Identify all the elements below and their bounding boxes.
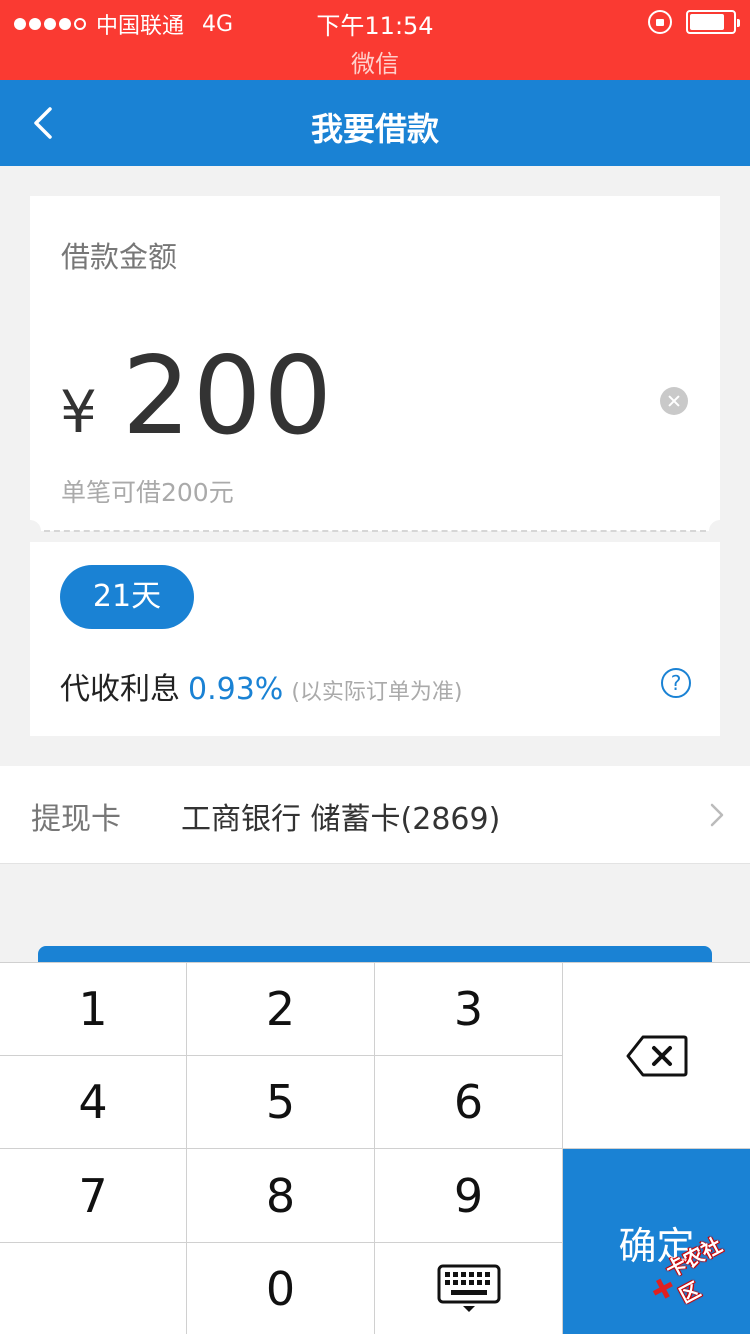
interest-row: 代收利息 0.93% (以实际订单为准) bbox=[60, 664, 462, 708]
backspace-icon bbox=[626, 1035, 687, 1076]
key-9[interactable]: 9 bbox=[375, 1149, 563, 1243]
interest-label: 代收利息 bbox=[60, 672, 180, 707]
battery-level bbox=[690, 14, 724, 30]
withdraw-card-label: 提现卡 bbox=[31, 802, 121, 837]
delete-key[interactable] bbox=[563, 963, 750, 1149]
currency-symbol: ¥ bbox=[60, 378, 97, 446]
key-0[interactable]: 0 bbox=[187, 1243, 375, 1334]
keyboard-icon bbox=[437, 1264, 500, 1312]
app-source-label: 微信 bbox=[351, 50, 399, 78]
amount-input[interactable]: 200 bbox=[122, 334, 334, 459]
key-1[interactable]: 1 bbox=[0, 963, 187, 1056]
key-empty bbox=[0, 1243, 187, 1334]
chevron-right-icon bbox=[710, 803, 724, 827]
card-notch-left bbox=[19, 520, 41, 542]
key-3[interactable]: 3 bbox=[375, 963, 563, 1056]
key-8[interactable]: 8 bbox=[187, 1149, 375, 1243]
status-time: 下午11:54 bbox=[316, 12, 434, 40]
key-2[interactable]: 2 bbox=[187, 963, 375, 1056]
nav-bar: 我要借款 bbox=[0, 80, 750, 166]
orientation-lock-icon bbox=[648, 10, 672, 34]
numeric-keypad: 1 2 3 4 5 6 7 8 9 0 确定 bbox=[0, 962, 750, 1334]
interest-note: (以实际订单为准) bbox=[291, 680, 463, 705]
term-card: 21天 代收利息 0.93% (以实际订单为准) ? bbox=[30, 542, 720, 736]
interest-rate: 0.93% bbox=[188, 672, 284, 707]
withdraw-card-row[interactable]: 提现卡 工商银行 储蓄卡(2869) bbox=[0, 766, 750, 864]
clear-icon[interactable] bbox=[660, 387, 688, 415]
hide-keyboard-key[interactable] bbox=[375, 1243, 563, 1334]
key-4[interactable]: 4 bbox=[0, 1056, 187, 1149]
key-6[interactable]: 6 bbox=[375, 1056, 563, 1149]
key-7[interactable]: 7 bbox=[0, 1149, 187, 1243]
page-title: 我要借款 bbox=[310, 110, 439, 148]
card-divider bbox=[44, 530, 706, 532]
card-notch-right bbox=[709, 520, 731, 542]
help-icon[interactable]: ? bbox=[661, 668, 691, 698]
term-option[interactable]: 21天 bbox=[60, 565, 194, 629]
withdraw-card-value: 工商银行 储蓄卡(2869) bbox=[181, 802, 501, 837]
limit-hint: 单笔可借200元 bbox=[61, 478, 234, 507]
battery-icon bbox=[686, 10, 740, 34]
amount-label: 借款金额 bbox=[61, 240, 178, 274]
key-5[interactable]: 5 bbox=[187, 1056, 375, 1149]
status-bar: 中国联通 4G 下午11:54 微信 bbox=[0, 0, 750, 80]
status-bar-right bbox=[648, 10, 740, 34]
amount-card: 借款金额 ¥ 200 单笔可借200元 bbox=[30, 196, 720, 531]
